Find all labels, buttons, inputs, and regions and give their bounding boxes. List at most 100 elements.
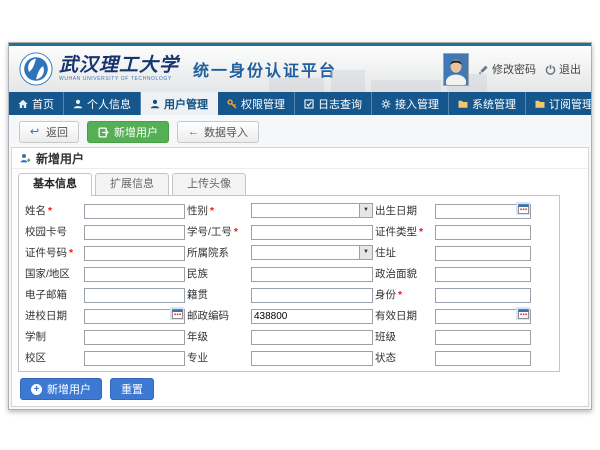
field-ethnicity-input[interactable] <box>251 267 373 282</box>
field-class-label: 班级 <box>375 329 433 344</box>
nav-tab-label: 用户管理 <box>164 96 208 112</box>
person-plus-icon <box>20 153 31 164</box>
form-actions: + 新增用户 重置 <box>12 372 588 406</box>
field-identity-input[interactable] <box>435 288 531 303</box>
add-user-submit-button[interactable]: + 新增用户 <box>20 378 102 400</box>
calendar-icon[interactable] <box>516 307 530 320</box>
nav-tab-label: 订阅管理 <box>549 96 592 112</box>
data-import-label: 数据导入 <box>204 124 248 140</box>
field-ethnicity-label: 民族 <box>187 266 249 281</box>
tab-extended-info[interactable]: 扩展信息 <box>95 173 169 195</box>
nav-tab-home[interactable]: 首页 <box>9 92 64 115</box>
logout-label: 退出 <box>559 61 581 77</box>
new-document-icon <box>98 127 109 138</box>
field-political-status-label: 政治面貌 <box>375 266 433 281</box>
app-header: 武汉理工大学 WUHAN UNIVERSITY OF TECHNOLOGY 统一… <box>9 46 591 92</box>
field-status-input[interactable] <box>435 351 531 366</box>
field-department-select[interactable]: ▼ <box>251 245 373 260</box>
field-study-length-input[interactable] <box>84 330 185 345</box>
add-user-toolbar-button[interactable]: 新增用户 <box>87 121 169 143</box>
page: 武汉理工大学 WUHAN UNIVERSITY OF TECHNOLOGY 统一… <box>0 0 600 450</box>
change-password-link[interactable]: 修改密码 <box>478 61 536 77</box>
nav-tab-access[interactable]: 接入管理 <box>372 92 449 115</box>
nav-tab-label: 权限管理 <box>241 96 285 112</box>
section-header: 新增用户 <box>12 148 588 169</box>
building-silhouette <box>331 70 365 92</box>
calendar-icon[interactable] <box>516 202 530 215</box>
field-major-label: 专业 <box>187 350 249 365</box>
nav-tab-label: 日志查询 <box>318 96 362 112</box>
power-icon <box>545 64 556 75</box>
field-name-label: 姓名* <box>25 203 82 218</box>
field-id-number-input[interactable] <box>84 246 185 261</box>
chevron-down-icon: ▼ <box>359 246 372 259</box>
field-email-input[interactable] <box>84 288 185 303</box>
add-user-submit-label: 新增用户 <box>47 381 91 397</box>
required-asterisk: * <box>210 205 214 217</box>
university-name-en: WUHAN UNIVERSITY OF TECHNOLOGY <box>59 77 179 82</box>
field-campus-card-label: 校园卡号 <box>25 224 82 239</box>
field-address-label: 住址 <box>375 245 433 260</box>
reset-button[interactable]: 重置 <box>110 378 154 400</box>
calendar-icon[interactable] <box>170 307 184 320</box>
checklist-icon <box>304 99 314 109</box>
field-country-label: 国家/地区 <box>25 266 82 281</box>
pencil-icon <box>478 64 489 75</box>
field-address-input[interactable] <box>435 246 531 261</box>
key-icon <box>227 99 237 109</box>
folder-icon <box>535 99 545 109</box>
chevron-down-icon: ▼ <box>359 204 372 217</box>
field-email-label: 电子邮箱 <box>25 287 82 302</box>
logout-link[interactable]: 退出 <box>545 61 581 77</box>
toolbar: ↩ 返回 新增用户 ← 数据导入 <box>9 115 591 147</box>
field-name-input[interactable] <box>84 204 185 219</box>
basic-info-form: 姓名*性别*▼出生日期校园卡号学号/工号*证件类型*证件号码*所属院系▼住址国家… <box>18 195 560 372</box>
field-study-length-label: 学制 <box>25 329 82 344</box>
required-asterisk: * <box>48 205 52 217</box>
nav-tab-users[interactable]: 用户管理 <box>141 92 218 115</box>
data-import-button[interactable]: ← 数据导入 <box>177 121 259 143</box>
nav-tab-label: 接入管理 <box>395 96 439 112</box>
field-identity-label: 身份* <box>375 287 433 302</box>
folder-icon <box>458 99 468 109</box>
field-id-type-input[interactable] <box>435 225 531 240</box>
nav-tab-permissions[interactable]: 权限管理 <box>218 92 295 115</box>
change-password-label: 修改密码 <box>492 61 536 77</box>
home-icon <box>18 99 28 109</box>
form-tabs: 基本信息扩展信息上传头像 <box>12 169 588 196</box>
field-native-place-input[interactable] <box>251 288 373 303</box>
building-silhouette <box>371 80 441 92</box>
field-class-input[interactable] <box>435 330 531 345</box>
back-button-label: 返回 <box>46 124 68 140</box>
required-asterisk: * <box>419 226 423 238</box>
field-country-input[interactable] <box>84 267 185 282</box>
field-gender-select[interactable]: ▼ <box>251 203 373 218</box>
university-name-block: 武汉理工大学 WUHAN UNIVERSITY OF TECHNOLOGY <box>59 56 179 82</box>
university-logo <box>19 52 53 86</box>
field-postal-code-label: 邮政编码 <box>187 308 249 323</box>
required-asterisk: * <box>69 247 73 259</box>
field-campus-input[interactable] <box>84 351 185 366</box>
tab-upload-avatar[interactable]: 上传头像 <box>172 173 246 195</box>
field-major-input[interactable] <box>251 351 373 366</box>
field-id-number-label: 证件号码* <box>25 245 82 260</box>
field-postal-code-input[interactable] <box>251 309 373 324</box>
field-status-label: 状态 <box>375 350 433 365</box>
nav-tab-profile[interactable]: 个人信息 <box>64 92 141 115</box>
field-campus-card-input[interactable] <box>84 225 185 240</box>
nav-tab-subscription[interactable]: 订阅管理 <box>526 92 592 115</box>
field-student-id-input[interactable] <box>251 225 373 240</box>
gear-icon <box>381 99 391 109</box>
field-birth-date-label: 出生日期 <box>375 203 433 218</box>
person-icon <box>150 99 160 109</box>
field-grade-input[interactable] <box>251 330 373 345</box>
field-gender-label: 性别* <box>187 203 249 218</box>
main-nav: 首页个人信息 用户管理 权限管理 日志查询 接入管理 系统管理 订阅管理 <box>9 92 591 115</box>
field-political-status-input[interactable] <box>435 267 531 282</box>
import-arrow-icon: ← <box>188 127 199 138</box>
tab-basic-info[interactable]: 基本信息 <box>18 173 92 196</box>
nav-tab-logs[interactable]: 日志查询 <box>295 92 372 115</box>
nav-tab-system[interactable]: 系统管理 <box>449 92 526 115</box>
nav-tab-label: 系统管理 <box>472 96 516 112</box>
back-button[interactable]: ↩ 返回 <box>19 121 79 143</box>
